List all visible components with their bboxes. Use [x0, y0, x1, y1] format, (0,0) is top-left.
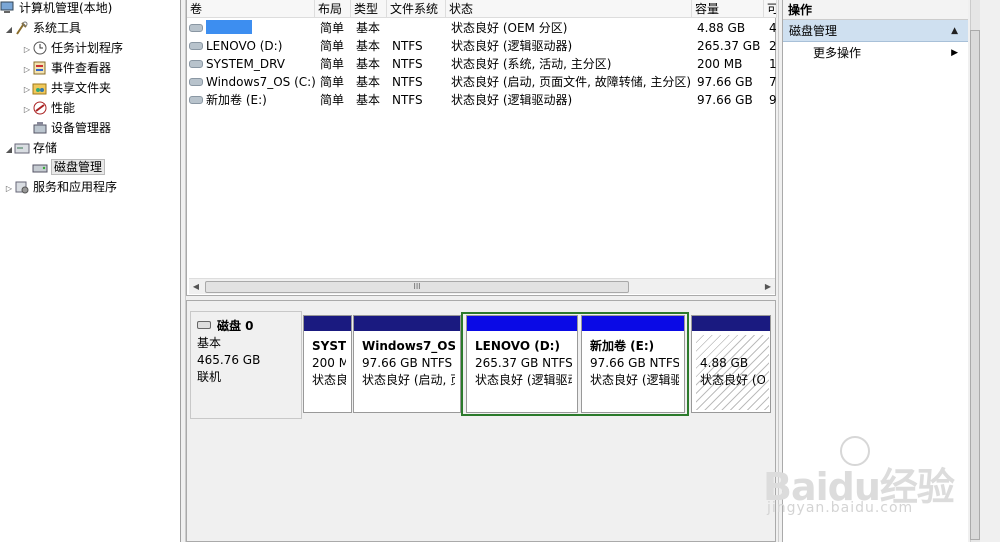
- expand-icon[interactable]: ▷: [22, 100, 32, 120]
- tools-icon: [14, 21, 30, 35]
- volume-list: 卷 布局 类型 文件系统 状态 容量 可 简单 基本 状态良好 (OEM 分区)…: [186, 0, 777, 296]
- actions-title: 操作: [783, 0, 968, 20]
- clock-icon: [32, 41, 48, 55]
- table-row[interactable]: LENOVO (D:) 简单 基本 NTFS 状态良好 (逻辑驱动器) 265.…: [187, 37, 777, 55]
- disk-info-panel[interactable]: 磁盘 0 基本 465.76 GB 联机: [190, 311, 302, 419]
- column-header-capacity[interactable]: 容量: [692, 0, 764, 18]
- collapse-icon[interactable]: ◢: [4, 140, 14, 160]
- table-row[interactable]: 新加卷 (E:) 简单 基本 NTFS 状态良好 (逻辑驱动器) 97.66 G…: [187, 91, 777, 109]
- partition-new-volume-e[interactable]: 新加卷 (E:) 97.66 GB NTFS 状态良好 (逻辑驱: [581, 315, 685, 413]
- volume-icon: [189, 42, 203, 50]
- computer-icon: [0, 1, 16, 15]
- scroll-thumb[interactable]: III: [205, 281, 629, 293]
- column-header-status[interactable]: 状态: [446, 0, 692, 18]
- tree-item-event-viewer[interactable]: ▷ 事件查看器: [22, 58, 111, 78]
- column-header-free[interactable]: 可: [764, 0, 777, 18]
- redacted-volume-name: [206, 20, 252, 34]
- submenu-arrow-icon: ▶: [951, 48, 958, 58]
- tree-item-task-scheduler[interactable]: ▷ 任务计划程序: [22, 38, 123, 58]
- collapse-up-icon[interactable]: ▲: [951, 20, 958, 42]
- column-header-layout[interactable]: 布局: [315, 0, 351, 18]
- tree-item-device-manager[interactable]: 设备管理器: [32, 118, 111, 138]
- disk-icon: [197, 321, 211, 329]
- expand-icon[interactable]: ▷: [22, 60, 32, 80]
- expand-icon[interactable]: ▷: [22, 80, 32, 100]
- event-viewer-icon: [32, 61, 48, 75]
- navigation-tree: 计算机管理(本地) ◢ 系统工具 ▷ 任务计划程序 ▷ 事件查看器 ▷ 共享文件夹 ▷ 性…: [0, 0, 181, 542]
- expand-icon[interactable]: ▷: [22, 40, 32, 60]
- table-row[interactable]: 简单 基本 状态良好 (OEM 分区) 4.88 GB 4: [187, 19, 777, 37]
- horizontal-scrollbar[interactable]: ◀ III ▶: [189, 278, 775, 294]
- storage-icon: [14, 141, 30, 155]
- partition-lenovo-d[interactable]: LENOVO (D:) 265.37 GB NTFS 状态良好 (逻辑驱动: [466, 315, 578, 413]
- more-actions-item[interactable]: 更多操作 ▶: [783, 42, 968, 64]
- scroll-thumb[interactable]: [970, 30, 980, 540]
- table-row[interactable]: SYSTEM_DRV 简单 基本 NTFS 状态良好 (系统, 活动, 主分区)…: [187, 55, 777, 73]
- collapse-icon[interactable]: ◢: [4, 20, 14, 40]
- tree-item-computer-management[interactable]: 计算机管理(本地): [0, 0, 112, 18]
- scroll-right-icon[interactable]: ▶: [761, 280, 775, 294]
- disk-management-icon: [32, 160, 48, 174]
- volume-icon: [189, 24, 203, 32]
- tree-item-system-tools[interactable]: ◢ 系统工具: [4, 18, 81, 38]
- volume-icon: [189, 60, 203, 68]
- device-manager-icon: [32, 121, 48, 135]
- scroll-left-icon[interactable]: ◀: [189, 280, 203, 294]
- tree-item-services-applications[interactable]: ▷ 服务和应用程序: [4, 177, 117, 197]
- performance-icon: [32, 101, 48, 115]
- actions-pane: 操作 磁盘管理 ▲ 更多操作 ▶: [782, 0, 968, 542]
- column-header-volume[interactable]: 卷: [187, 0, 315, 18]
- services-icon: [14, 180, 30, 194]
- center-pane: 卷 布局 类型 文件系统 状态 容量 可 简单 基本 状态良好 (OEM 分区)…: [186, 0, 778, 542]
- volume-icon: [189, 78, 203, 86]
- tree-item-storage[interactable]: ◢ 存储: [4, 138, 57, 158]
- partition-windows7-os[interactable]: Windows7_OS 97.66 GB NTFS 状态良好 (启动, 页: [353, 315, 461, 413]
- tree-item-performance[interactable]: ▷ 性能: [22, 98, 75, 118]
- expand-icon[interactable]: ▷: [4, 179, 14, 199]
- actions-group-disk-management[interactable]: 磁盘管理 ▲: [783, 20, 968, 42]
- column-header-filesystem[interactable]: 文件系统: [387, 0, 446, 18]
- tree-item-disk-management[interactable]: 磁盘管理: [32, 157, 106, 177]
- disk-graphical-view: 磁盘 0 基本 465.76 GB 联机 SYSTE 200 M 状态良 Win…: [186, 300, 776, 542]
- partition-oem[interactable]: 4.88 GB 状态良好 (OI: [691, 315, 771, 413]
- table-row[interactable]: Windows7_OS (C:) 简单 基本 NTFS 状态良好 (启动, 页面…: [187, 73, 777, 91]
- partition-system-drv[interactable]: SYSTE 200 M 状态良: [303, 315, 352, 413]
- tree-item-shared-folders[interactable]: ▷ 共享文件夹: [22, 78, 111, 98]
- shared-folder-icon: [32, 81, 48, 95]
- volume-icon: [189, 96, 203, 104]
- vertical-scrollbar[interactable]: [968, 0, 1000, 542]
- column-header-type[interactable]: 类型: [351, 0, 387, 18]
